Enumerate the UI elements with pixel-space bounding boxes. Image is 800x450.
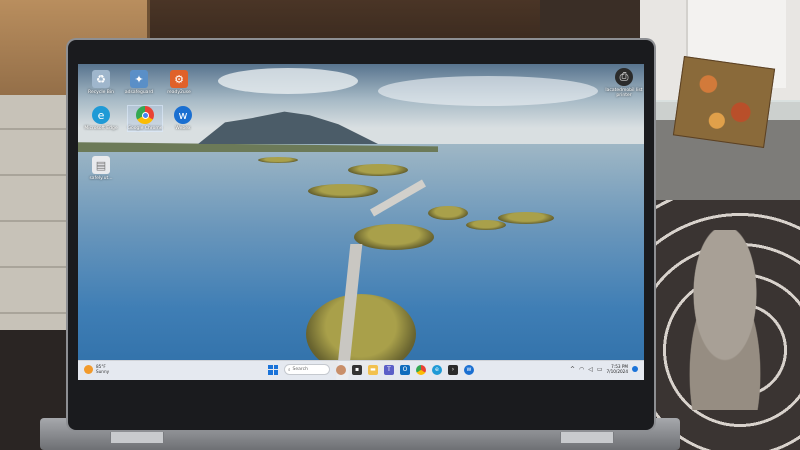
search-icon: ⌕ <box>288 367 291 373</box>
recycle-bin-icon: ♻ <box>92 70 110 88</box>
wallpaper-island <box>466 220 506 230</box>
task-view-icon[interactable]: ▪ <box>352 364 362 375</box>
webex-icon[interactable]: w <box>464 364 474 375</box>
background-tissue-box <box>672 55 776 149</box>
edge-icon[interactable]: e <box>432 364 442 375</box>
wallpaper-island <box>348 164 408 176</box>
outlook-icon[interactable]: O <box>400 364 410 375</box>
app-icon: ⚙ <box>170 70 188 88</box>
app-icon: ✦ <box>130 70 148 88</box>
taskbar: 85°F Sunny ⌕ Search ▪ ▬ T O e › w ^ ◠ ◁ … <box>78 360 644 380</box>
photo-scene: ♻ Recycle Bin ✦ adsafeguard ⚙ ready2use … <box>0 0 800 450</box>
desktop-icon-chrome[interactable]: Google Chrome <box>127 105 163 132</box>
desktop-icon-label: Google Chrome <box>127 126 163 131</box>
desktop-icon-label: Webex <box>175 126 191 131</box>
desktop-icon-file[interactable]: ▤ safely.ut... <box>84 156 118 181</box>
person-app-icon[interactable] <box>336 364 346 375</box>
battery-icon[interactable]: ▭ <box>597 366 603 373</box>
wifi-icon[interactable]: ◠ <box>579 366 584 373</box>
desktop-icon-recycle-bin[interactable]: ♻ Recycle Bin <box>84 70 118 95</box>
wallpaper-cloud <box>218 68 358 94</box>
volume-icon[interactable]: ◁ <box>588 366 593 373</box>
teams-icon[interactable]: T <box>384 364 394 375</box>
desktop-icon-webex[interactable]: w Webex <box>166 106 200 131</box>
chrome-icon[interactable] <box>416 364 426 375</box>
search-box[interactable]: ⌕ Search <box>284 364 330 375</box>
desktop-icon-ready2use[interactable]: ⚙ ready2use <box>162 70 196 95</box>
desktop-icon-label: safely.ut... <box>89 176 113 181</box>
laptop-screen: ♻ Recycle Bin ✦ adsafeguard ⚙ ready2use … <box>78 64 644 380</box>
desktop-icon-printer[interactable]: ⎙ lacatedmobil list printer <box>604 68 644 98</box>
wallpaper-island <box>308 184 378 198</box>
wallpaper-island <box>498 212 554 224</box>
desktop-icon-label: lacatedmobil list printer <box>605 88 643 98</box>
clock-date: 7/10/2024 <box>606 369 628 374</box>
background-cabinet <box>140 0 540 44</box>
desktop-icon-adsafeguard[interactable]: ✦ adsafeguard <box>122 70 156 95</box>
search-placeholder: Search <box>292 367 308 372</box>
start-button[interactable] <box>268 364 278 375</box>
printer-icon: ⎙ <box>615 68 633 86</box>
wallpaper-island <box>354 224 434 250</box>
desktop-icon-label: ready2use <box>167 90 191 95</box>
terminal-icon[interactable]: › <box>448 364 458 375</box>
clock[interactable]: 7:53 PM 7/10/2024 <box>607 364 628 374</box>
chevron-up-icon[interactable]: ^ <box>570 366 575 373</box>
wallpaper-island <box>258 157 298 163</box>
chrome-icon <box>136 106 154 124</box>
taskbar-center: ⌕ Search ▪ ▬ T O e › w <box>268 364 474 375</box>
desktop-icon-label: adsafeguard <box>124 90 154 95</box>
webex-icon: w <box>174 106 192 124</box>
file-explorer-icon[interactable]: ▬ <box>368 364 378 375</box>
desktop-icon-edge[interactable]: e Microsoft Edge <box>84 106 118 131</box>
wallpaper-cloud <box>378 76 598 106</box>
system-tray: ^ ◠ ◁ ▭ 7:53 PM 7/10/2024 <box>570 364 638 374</box>
weather-widget[interactable]: 85°F Sunny <box>84 364 109 374</box>
wallpaper-island <box>428 206 468 220</box>
sun-icon <box>84 364 93 374</box>
file-icon: ▤ <box>92 156 110 174</box>
background-statue <box>670 230 780 410</box>
notification-icon[interactable] <box>632 366 638 372</box>
desktop-icon-label: Microsoft Edge <box>84 126 118 131</box>
desktop-icon-label: Recycle Bin <box>88 90 114 95</box>
weather-condition: Sunny <box>96 369 110 374</box>
edge-icon: e <box>92 106 110 124</box>
